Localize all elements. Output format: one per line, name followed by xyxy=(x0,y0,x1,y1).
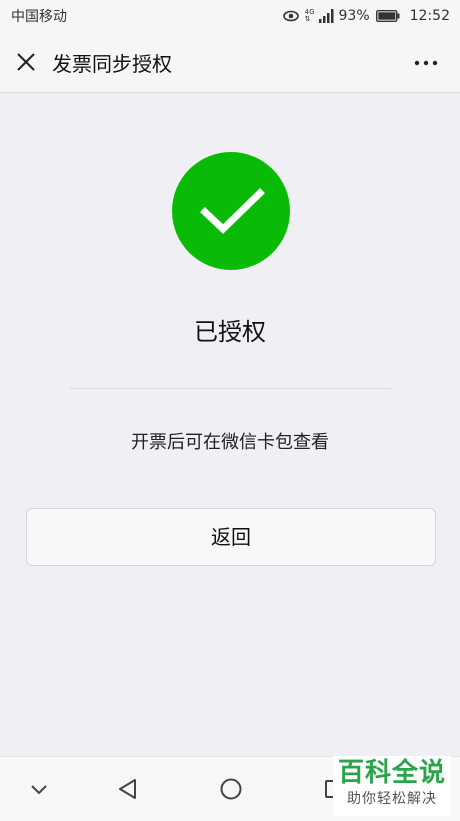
watermark-subtitle: 助你轻松解决 xyxy=(347,791,437,807)
clock: 12:52 xyxy=(409,8,450,24)
checkmark-icon xyxy=(200,188,265,234)
divider xyxy=(70,388,391,389)
status-bar: 中国移动 4G ⇅ 93% 12:52 xyxy=(0,0,460,32)
close-icon[interactable] xyxy=(14,50,38,74)
page-title: 发票同步授权 xyxy=(52,52,172,76)
more-icon[interactable] xyxy=(414,60,438,66)
carrier-name: 中国移动 xyxy=(11,9,67,25)
eye-icon xyxy=(282,10,299,22)
page-header: 发票同步授权 xyxy=(0,32,460,93)
result-description: 开票后可在微信卡包查看 xyxy=(131,432,329,453)
status-indicators: 4G ⇅ 93% 12:52 xyxy=(282,8,450,24)
watermark-logo: 百科全说 助你轻松解决 xyxy=(333,756,451,816)
result-title: 已授权 xyxy=(194,318,266,346)
battery-icon xyxy=(375,10,400,22)
nav-home-icon[interactable] xyxy=(219,777,243,801)
data-arrows-icon: ⇅ xyxy=(304,15,311,23)
signal-icon xyxy=(318,9,334,23)
battery-percent: 93% xyxy=(338,8,370,24)
chevron-down-icon[interactable] xyxy=(27,777,51,801)
network-type-icon: 4G ⇅ xyxy=(305,9,315,23)
back-button[interactable]: 返回 xyxy=(26,508,436,566)
watermark-title: 百科全说 xyxy=(337,758,446,788)
nav-back-icon[interactable] xyxy=(116,777,140,801)
success-badge xyxy=(172,152,290,270)
